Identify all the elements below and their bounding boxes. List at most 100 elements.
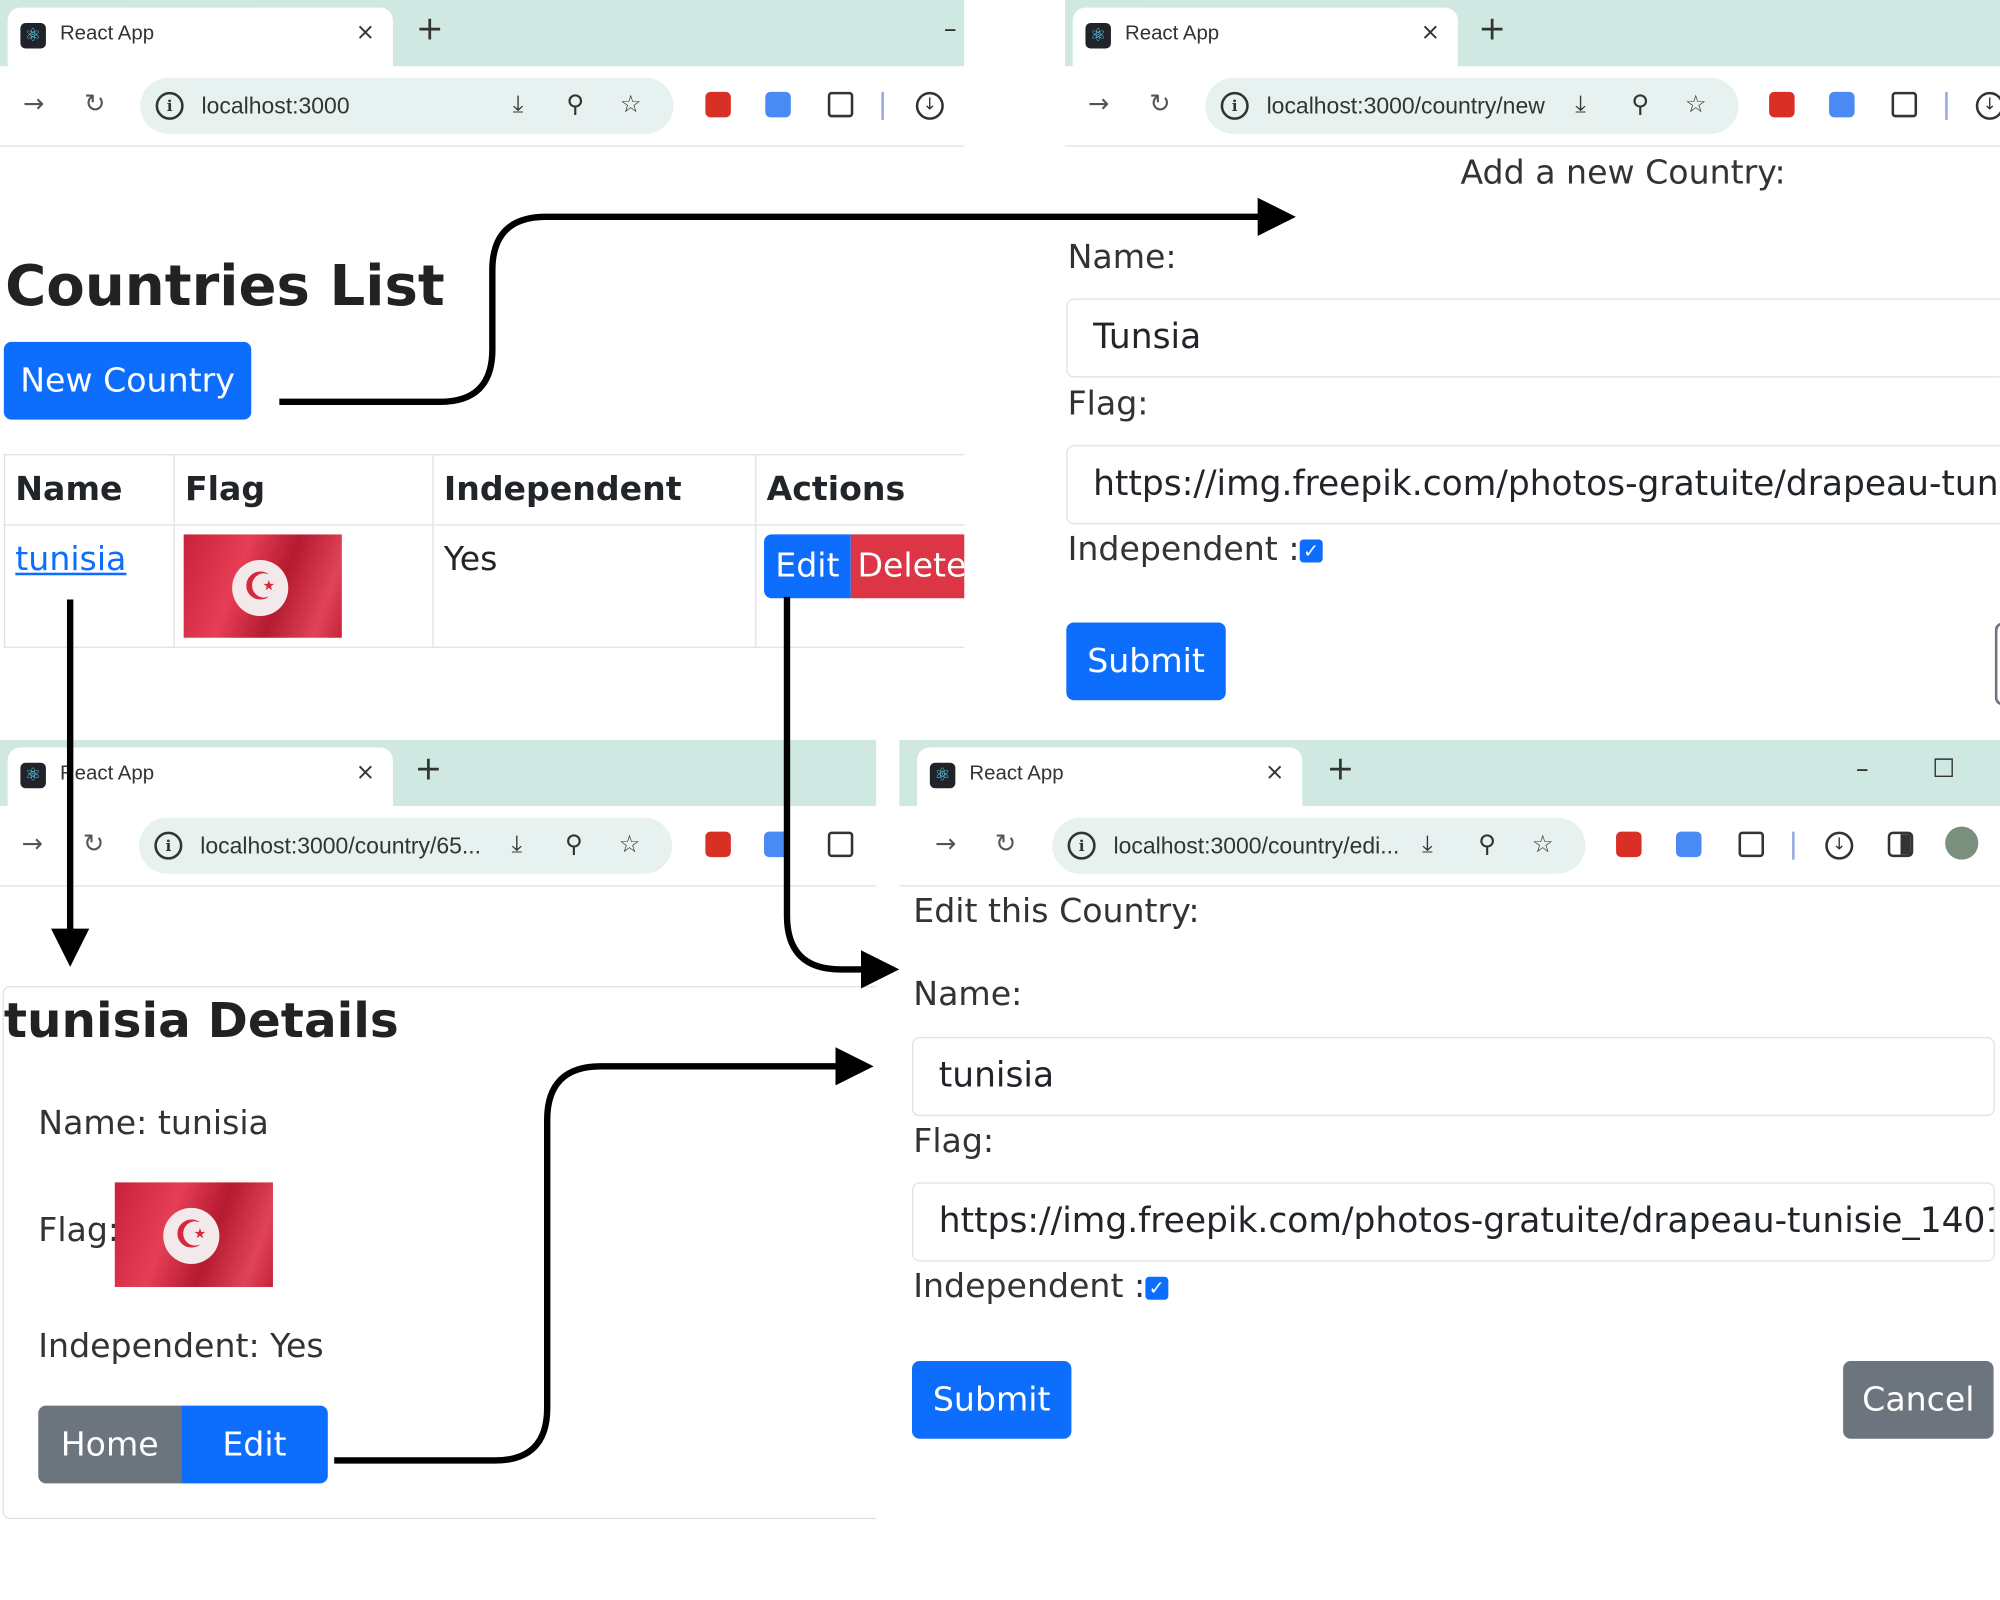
table-header-row: Name Flag Independent Actions bbox=[3, 454, 965, 526]
edit-button[interactable]: Edit bbox=[181, 1405, 328, 1484]
collage: ⚛ React App × + – → ↻ i localhost:3000 ⤓… bbox=[0, 0, 2000, 1583]
browser-tab[interactable]: ⚛ React App × bbox=[1072, 7, 1458, 67]
zoom-icon[interactable]: ⚲ bbox=[1478, 830, 1496, 858]
star-icon[interactable]: ☆ bbox=[1532, 830, 1554, 858]
react-favicon: ⚛ bbox=[20, 22, 46, 49]
home-button[interactable]: Home bbox=[38, 1405, 182, 1484]
minimize-icon[interactable]: – bbox=[1856, 753, 1869, 784]
download-icon[interactable]: ↓ bbox=[1825, 831, 1854, 860]
cancel-button[interactable]: Cancel bbox=[1843, 1360, 1994, 1439]
edit-button[interactable]: Edit bbox=[764, 534, 851, 599]
flag-crescent-emblem: ☪ bbox=[163, 1207, 220, 1265]
install-icon[interactable]: ⤓ bbox=[1575, 91, 1586, 119]
new-country-button[interactable]: New Country bbox=[3, 341, 252, 420]
new-tab-icon[interactable]: + bbox=[415, 753, 443, 786]
translate-icon[interactable] bbox=[1829, 91, 1855, 118]
puzzle-icon[interactable] bbox=[1891, 91, 1918, 118]
star-icon[interactable]: ☆ bbox=[620, 91, 642, 119]
maximize-icon[interactable]: ☐ bbox=[1932, 753, 1955, 784]
back-arrow-icon[interactable]: → bbox=[22, 829, 43, 857]
address-bar[interactable]: i localhost:3000/country/65... ⤓ ⚲ ☆ bbox=[139, 817, 673, 874]
back-arrow-icon[interactable]: → bbox=[1088, 89, 1109, 117]
page-content: tunisia Details Name: tunisia Flag: ☪ In… bbox=[0, 886, 877, 1556]
profile-avatar-icon[interactable] bbox=[1945, 826, 1979, 860]
reload-icon[interactable]: ↻ bbox=[84, 89, 105, 117]
tab-title: React App bbox=[1124, 22, 1220, 45]
new-tab-icon[interactable]: + bbox=[1327, 753, 1355, 786]
checkbox-checked-icon[interactable]: ✓ bbox=[1145, 1276, 1169, 1300]
name-input-value: Tunsia bbox=[1093, 317, 1202, 358]
name-label: Name: bbox=[913, 975, 1023, 1015]
puzzle-icon[interactable] bbox=[827, 831, 854, 858]
install-icon[interactable]: ⤓ bbox=[511, 830, 522, 858]
tab-title: React App bbox=[59, 762, 155, 785]
puzzle-icon[interactable] bbox=[827, 91, 854, 118]
url-text[interactable]: localhost:3000/country/new bbox=[1267, 93, 1545, 120]
back-arrow-icon[interactable]: → bbox=[935, 829, 956, 857]
flag-input[interactable]: https://img.freepik.com/photos-gratuite/… bbox=[911, 1182, 1995, 1262]
checkbox-checked-icon[interactable]: ✓ bbox=[1299, 539, 1323, 563]
new-tab-icon[interactable]: + bbox=[416, 13, 444, 46]
minimize-icon[interactable]: – bbox=[944, 13, 957, 44]
zoom-icon[interactable]: ⚲ bbox=[1631, 91, 1649, 119]
info-icon[interactable]: i bbox=[155, 91, 184, 120]
cell-flag: ☪ bbox=[173, 524, 434, 648]
address-bar[interactable]: i localhost:3000/country/new ⤓ ⚲ ☆ bbox=[1205, 77, 1739, 134]
submit-button[interactable]: Submit bbox=[911, 1360, 1072, 1439]
new-tab-icon[interactable]: + bbox=[1478, 13, 1506, 46]
details-flag-label: Flag: bbox=[38, 1211, 120, 1250]
download-icon[interactable]: ↓ bbox=[1975, 91, 2000, 120]
url-text[interactable]: localhost:3000/country/edi... bbox=[1114, 833, 1400, 860]
cancel-button-edge[interactable] bbox=[1994, 622, 2000, 706]
browser-tab[interactable]: ⚛ React App × bbox=[917, 747, 1303, 807]
close-tab-icon[interactable]: × bbox=[1421, 19, 1440, 46]
star-icon[interactable]: ☆ bbox=[619, 830, 641, 858]
translate-icon[interactable] bbox=[1676, 831, 1702, 858]
reload-icon[interactable]: ↻ bbox=[995, 829, 1016, 857]
extension-icon[interactable] bbox=[705, 831, 731, 858]
flag-label: Flag: bbox=[1067, 385, 1149, 424]
translate-icon[interactable] bbox=[764, 831, 790, 858]
zoom-icon[interactable]: ⚲ bbox=[565, 830, 583, 858]
react-favicon: ⚛ bbox=[1085, 22, 1111, 49]
submit-button[interactable]: Submit bbox=[1066, 622, 1226, 701]
close-tab-icon[interactable]: × bbox=[1265, 759, 1284, 786]
info-icon[interactable]: i bbox=[1067, 831, 1096, 860]
star-icon[interactable]: ☆ bbox=[1685, 91, 1707, 119]
extension-icon[interactable] bbox=[1616, 831, 1642, 858]
name-input[interactable]: tunisia bbox=[911, 1036, 1995, 1117]
close-tab-icon[interactable]: × bbox=[356, 759, 375, 786]
address-bar[interactable]: i localhost:3000/country/edi... ⤓ ⚲ ☆ bbox=[1052, 817, 1586, 874]
install-icon[interactable]: ⤓ bbox=[513, 91, 524, 119]
puzzle-icon[interactable] bbox=[1738, 831, 1765, 858]
column-header-independent: Independent bbox=[432, 454, 757, 526]
address-bar[interactable]: i localhost:3000 ⤓ ⚲ ☆ bbox=[140, 77, 674, 134]
browser-tab[interactable]: ⚛ React App × bbox=[7, 7, 393, 67]
info-icon[interactable]: i bbox=[154, 831, 183, 860]
install-icon[interactable]: ⤓ bbox=[1422, 830, 1433, 858]
country-name-link[interactable]: tunisia bbox=[15, 541, 126, 579]
download-icon[interactable]: ↓ bbox=[915, 91, 944, 120]
reload-icon[interactable]: ↻ bbox=[83, 829, 104, 857]
translate-icon[interactable] bbox=[765, 91, 791, 118]
extension-icon[interactable] bbox=[1769, 91, 1795, 118]
toolbar-divider bbox=[881, 91, 884, 120]
name-input-value: tunisia bbox=[938, 1056, 1055, 1096]
extension-icon[interactable] bbox=[705, 91, 731, 118]
table-row: tunisia ☪ Yes Edit Delete bbox=[3, 524, 965, 648]
browser-tab[interactable]: ⚛ React App × bbox=[7, 747, 393, 807]
flag-input[interactable]: https://img.freepik.com/photos-gratuite/… bbox=[1066, 445, 2000, 525]
name-input[interactable]: Tunsia bbox=[1066, 298, 2000, 378]
url-text[interactable]: localhost:3000/country/65... bbox=[200, 833, 481, 860]
back-arrow-icon[interactable]: → bbox=[23, 89, 44, 117]
delete-button[interactable]: Delete bbox=[850, 534, 965, 599]
reload-icon[interactable]: ↻ bbox=[1149, 89, 1170, 117]
url-text[interactable]: localhost:3000 bbox=[202, 93, 350, 120]
toolbar-divider bbox=[1792, 831, 1795, 860]
independent-label: Independent : bbox=[913, 1267, 1146, 1307]
sidepanel-icon[interactable] bbox=[1887, 831, 1914, 858]
zoom-icon[interactable]: ⚲ bbox=[566, 91, 584, 119]
close-tab-icon[interactable]: × bbox=[356, 19, 375, 46]
info-icon[interactable]: i bbox=[1220, 91, 1249, 120]
page-content: Add a new Country: Name: Tunsia Flag: ht… bbox=[1065, 147, 2000, 715]
